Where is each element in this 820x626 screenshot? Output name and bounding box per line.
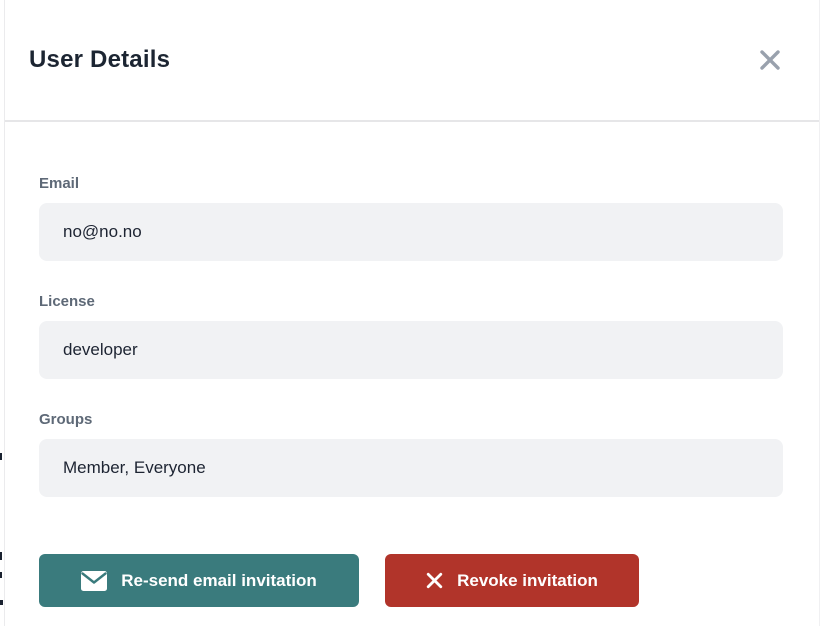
background-page-fragment (0, 600, 3, 605)
background-page-fragment (0, 552, 2, 560)
field-group-groups: Groups Member, Everyone (39, 411, 785, 497)
revoke-invitation-label: Revoke invitation (457, 571, 598, 591)
groups-field[interactable]: Member, Everyone (39, 439, 783, 497)
email-value: no@no.no (63, 222, 142, 242)
actions-row: Re-send email invitation Revoke invitati… (39, 522, 785, 607)
background-page-fragment (0, 572, 2, 578)
field-group-email: Email no@no.no (39, 175, 785, 261)
close-button[interactable] (755, 45, 785, 75)
license-label: License (39, 293, 785, 310)
license-value: developer (63, 340, 138, 360)
x-icon (426, 572, 443, 589)
user-details-modal: User Details Email no@no.no License deve… (4, 0, 820, 626)
resend-invitation-label: Re-send email invitation (121, 571, 317, 591)
modal-header: User Details (5, 0, 819, 122)
background-page-fragment (0, 453, 2, 460)
envelope-icon (81, 571, 107, 591)
field-group-license: License developer (39, 293, 785, 379)
license-field[interactable]: developer (39, 321, 783, 379)
modal-body: Email no@no.no License developer Groups … (5, 122, 819, 607)
resend-invitation-button[interactable]: Re-send email invitation (39, 554, 359, 607)
revoke-invitation-button[interactable]: Revoke invitation (385, 554, 639, 607)
email-field[interactable]: no@no.no (39, 203, 783, 261)
modal-title: User Details (29, 46, 170, 74)
close-icon (758, 48, 782, 72)
groups-value: Member, Everyone (63, 458, 206, 478)
groups-label: Groups (39, 411, 785, 428)
email-label: Email (39, 175, 785, 192)
